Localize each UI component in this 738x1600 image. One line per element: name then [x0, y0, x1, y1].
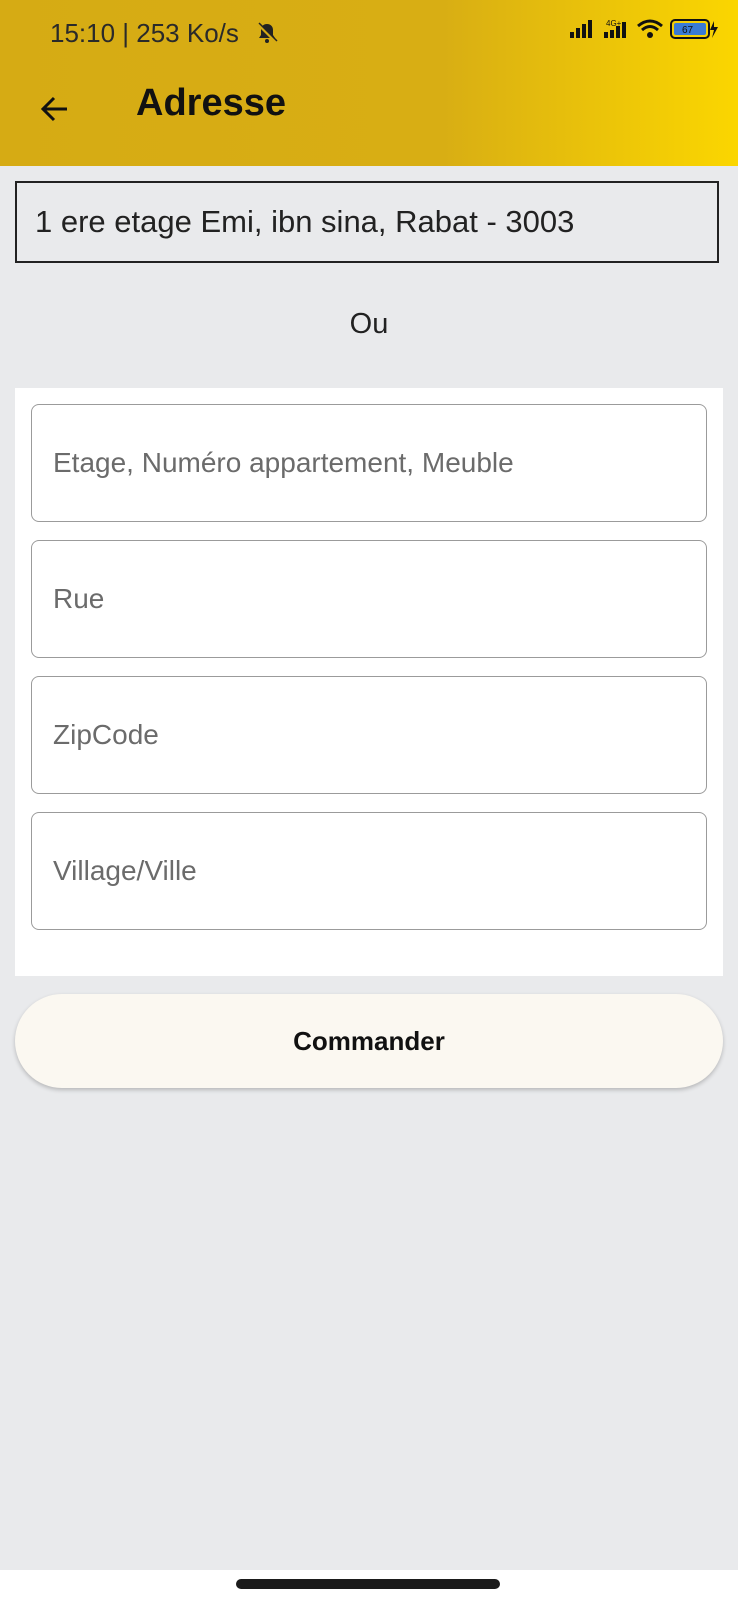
home-indicator[interactable] [236, 1579, 500, 1589]
city-field[interactable] [31, 812, 707, 930]
app-header: 15:10 | 253 Ko/s 4G+ 67 Adresse [0, 0, 738, 166]
street-field[interactable] [31, 540, 707, 658]
arrow-left-icon [40, 96, 67, 122]
status-time: 15:10 | 253 Ko/s [50, 18, 239, 48]
or-separator: Ou [349, 308, 389, 340]
wifi-icon [637, 19, 663, 38]
status-icons: 4G+ 67 [568, 18, 720, 40]
signal-4g-icon: 4G+ [604, 19, 626, 38]
bell-muted-icon [256, 22, 278, 44]
battery-level: 67 [682, 25, 694, 36]
signal-icon [570, 20, 592, 38]
back-button[interactable] [32, 86, 78, 132]
zipcode-field[interactable] [31, 676, 707, 794]
floor-apartment-field[interactable] [31, 404, 707, 522]
battery-charging-icon: 67 [670, 19, 718, 39]
page-title: Adresse [136, 82, 286, 124]
order-button[interactable]: Commander [15, 994, 723, 1088]
saved-address-option[interactable]: 1 ere etage Emi, ibn sina, Rabat - 3003 [15, 181, 719, 263]
address-form [15, 388, 723, 976]
